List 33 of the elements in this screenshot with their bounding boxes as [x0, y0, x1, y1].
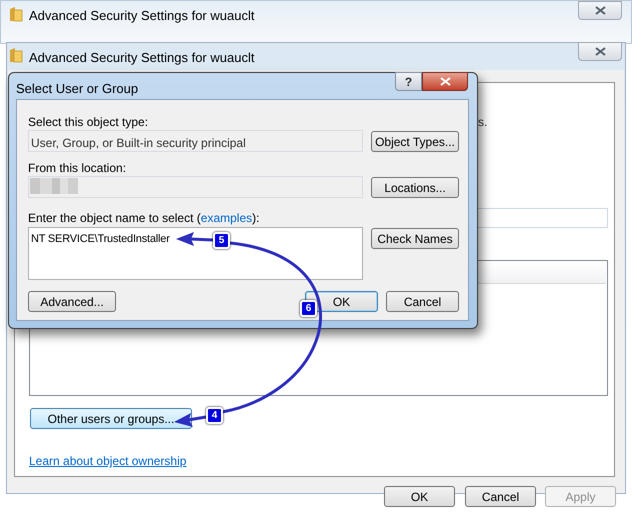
advanced-button[interactable]: Advanced... [28, 291, 116, 312]
help-button[interactable]: ? [395, 72, 422, 91]
field-label: From this location: [28, 160, 126, 177]
step-badge: 5 [213, 232, 230, 249]
close-button[interactable] [578, 42, 622, 61]
cancel-button[interactable]: Cancel [465, 486, 536, 507]
object-types-button[interactable]: Object Types... [371, 131, 459, 152]
text-fragment: s. [478, 114, 488, 131]
examples-link[interactable]: examples [200, 211, 252, 225]
close-button[interactable] [422, 72, 468, 91]
field-label: Select this object type: [28, 114, 148, 131]
blurred-value [30, 178, 80, 194]
object-type-field: User, Group, or Built-in security principal [28, 130, 363, 152]
field-label: Enter the object name to select (examples): [28, 210, 260, 227]
annotation-arrow [176, 232, 214, 246]
close-icon [594, 6, 606, 15]
annotation-arrow [174, 413, 206, 427]
locations-button[interactable]: Locations... [371, 177, 459, 198]
step-badge: 6 [300, 300, 317, 317]
folder-icon [9, 47, 23, 63]
folder-icon [9, 6, 23, 22]
cancel-button[interactable]: Cancel [386, 291, 459, 312]
ownership-link[interactable]: Learn about object ownership [29, 452, 186, 470]
close-icon [440, 77, 450, 86]
other-users-button[interactable]: Other users or groups... [30, 408, 192, 429]
close-button[interactable] [578, 1, 622, 20]
step-badge: 4 [206, 407, 223, 424]
window-title: Advanced Security Settings for wuauclt [29, 49, 254, 67]
close-icon [594, 47, 606, 56]
check-names-button[interactable]: Check Names [371, 228, 459, 249]
window-title: Advanced Security Settings for wuauclt [29, 7, 254, 25]
ok-button[interactable]: OK [384, 486, 455, 507]
dialog-title: Select User or Group [16, 80, 138, 98]
